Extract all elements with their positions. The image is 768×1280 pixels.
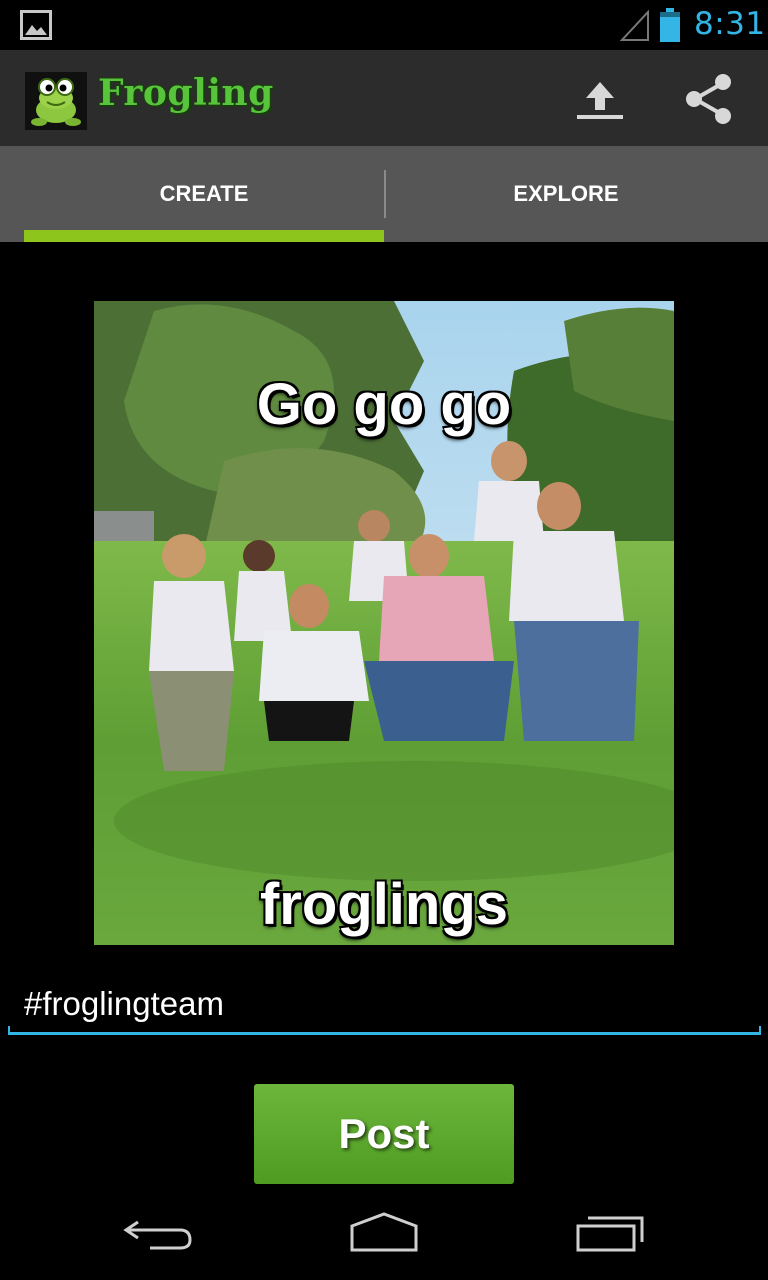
frog-logo [25, 72, 87, 130]
meme-bottom-text: froglings [259, 872, 509, 937]
tab-bar: CREATE EXPLORE [0, 146, 768, 242]
selected-tab-indicator [24, 230, 384, 242]
post-button[interactable]: Post [254, 1084, 514, 1184]
upload-icon[interactable] [574, 76, 626, 122]
share-icon[interactable] [683, 72, 735, 126]
frog-logo-icon [31, 78, 81, 126]
recent-apps-icon[interactable] [570, 1210, 650, 1254]
clock: 8:31 [694, 6, 766, 42]
meme-image[interactable]: Go go go froglings [94, 301, 674, 945]
battery-icon [660, 8, 680, 42]
tab-create[interactable]: CREATE [24, 146, 384, 242]
app-title: Frogling [98, 72, 274, 114]
signal-icon [620, 10, 649, 41]
gallery-notification-icon [20, 10, 52, 40]
back-icon[interactable] [120, 1212, 200, 1252]
action-bar: Frogling [0, 50, 768, 146]
input-underline-left-tick [8, 1026, 10, 1034]
input-underline-right-tick [759, 1026, 761, 1034]
caption-input[interactable] [8, 978, 760, 1036]
input-underline [8, 1032, 761, 1035]
tab-explore[interactable]: EXPLORE [386, 146, 746, 242]
home-icon[interactable] [344, 1210, 424, 1254]
meme-top-text: Go go go [256, 372, 512, 437]
status-bar: 8:31 [0, 0, 768, 50]
navigation-bar [0, 1184, 768, 1280]
